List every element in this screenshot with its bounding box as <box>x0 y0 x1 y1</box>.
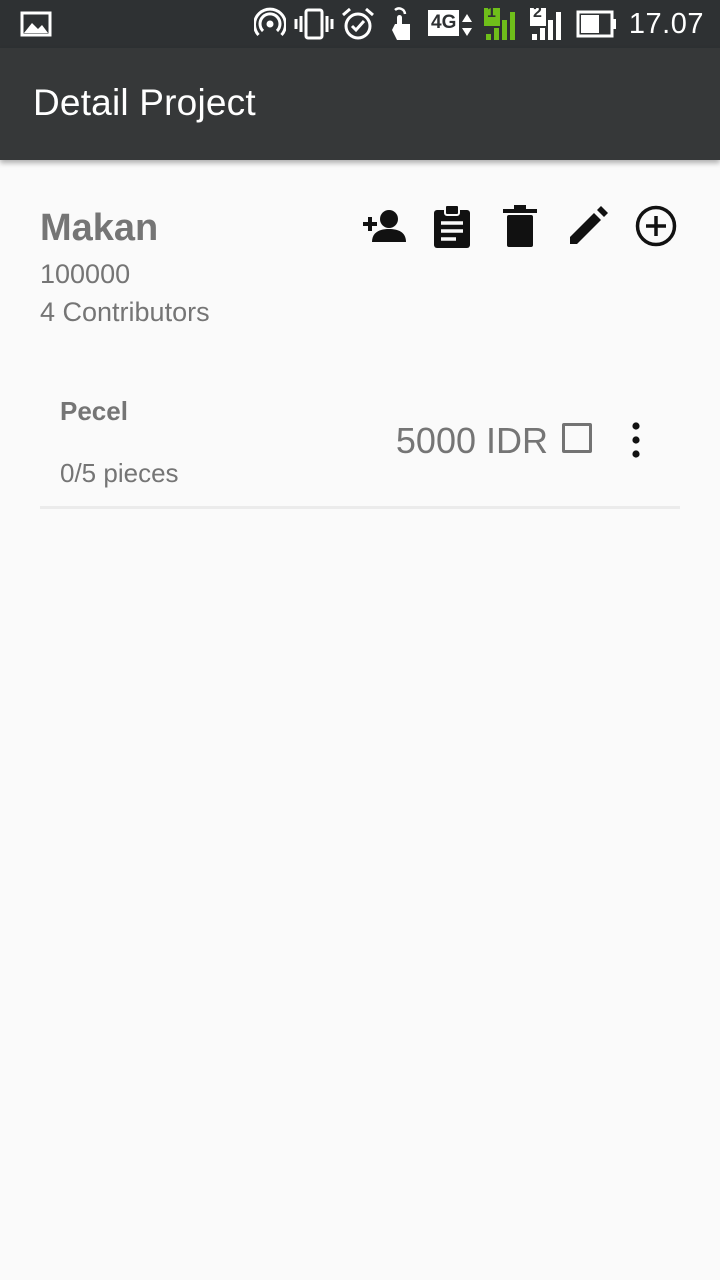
clock: 17.07 <box>628 8 704 40</box>
page-title: Detail Project <box>33 82 256 123</box>
hotspot-icon <box>254 7 286 37</box>
plus-circle-icon[interactable] <box>632 202 680 250</box>
project-budget: 100000 <box>40 259 131 289</box>
gallery-notification-icon <box>20 11 52 37</box>
project-name: Makan <box>40 207 159 249</box>
vibrate-icon <box>294 8 334 40</box>
item-checkbox[interactable] <box>562 423 592 453</box>
network-4g-icon: 4G <box>428 10 474 40</box>
person-add-icon[interactable] <box>360 202 408 250</box>
sim1-label: 1 <box>487 4 496 21</box>
sim2-label: 2 <box>533 4 542 21</box>
trash-icon[interactable] <box>496 202 544 250</box>
project-contributors: 4 Contributors <box>40 297 210 327</box>
data-arrows-icon <box>462 14 472 36</box>
more-vert-icon[interactable] <box>618 420 654 460</box>
pencil-icon[interactable] <box>564 202 612 250</box>
battery-icon <box>576 10 616 38</box>
status-bar: 4G 1 2 17.07 <box>0 0 720 48</box>
divider <box>40 506 680 509</box>
network-type-label: 4G <box>428 10 460 36</box>
alarm-icon <box>342 7 374 40</box>
item-quantity: 0/5 pieces <box>60 458 179 488</box>
item-price: 5000 IDR <box>395 420 548 461</box>
app-bar: Detail Project <box>0 48 720 160</box>
touch-icon <box>392 7 410 40</box>
clipboard-icon[interactable] <box>428 202 476 250</box>
item-name: Pecel <box>60 396 128 426</box>
